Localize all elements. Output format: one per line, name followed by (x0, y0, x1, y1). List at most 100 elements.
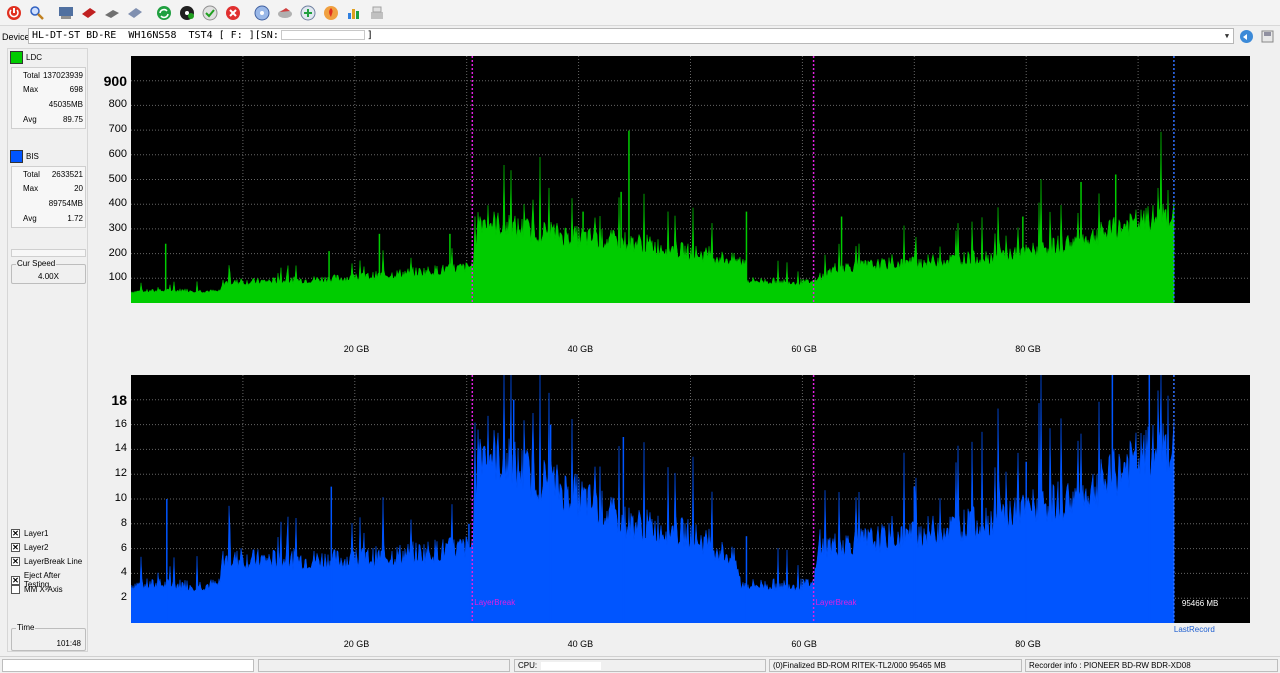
cur-speed-value: 4.00X (38, 272, 59, 281)
y-tick-label: 16 (114, 417, 127, 430)
device-select[interactable]: HL-DT-ST BD-RE WH16NS58 TST4 [ F: ][SN:]… (28, 28, 1234, 44)
ldc-label: LDC (26, 53, 43, 62)
time-label: Time (16, 623, 36, 632)
ldc-swatch (10, 51, 23, 64)
x-tick-label: 80 GB (1015, 344, 1041, 354)
ldc-max-pos: 45035MB (48, 100, 83, 109)
ldc-chart (131, 56, 1250, 303)
x-tick-label: 20 GB (343, 344, 370, 354)
refresh-icon[interactable] (153, 2, 175, 24)
option-mm-x-axis[interactable]: MM X-Axis (11, 585, 63, 594)
toolbar (0, 0, 1280, 26)
disc-erase-icon[interactable] (274, 2, 296, 24)
bis-chart: LayerBreak LayerBreak 95466 MB (131, 375, 1250, 623)
x-tick-label: 60 GB (791, 639, 817, 649)
bis-total-value: 2633521 (51, 170, 83, 179)
checkbox[interactable]: ✕ (11, 575, 20, 585)
status-progress (2, 659, 254, 672)
option-label: Layer2 (24, 543, 49, 552)
x-tick-label: 40 GB (567, 639, 594, 649)
checkbox[interactable]: ✕ (11, 557, 20, 566)
quality-icon[interactable] (297, 2, 319, 24)
burn-icon[interactable] (320, 2, 342, 24)
disc-scan-icon[interactable] (176, 2, 198, 24)
cur-speed-label: Cur Speed (16, 259, 57, 268)
ldc-chart-svg (131, 56, 1250, 303)
bis-total-row: Total 2633521 (12, 169, 87, 181)
y-tick-label: 14 (114, 442, 127, 455)
y-tick-label: 700 (108, 123, 127, 136)
y-tick-label: 6 (120, 541, 127, 554)
disc-write-icon[interactable] (124, 2, 146, 24)
erase-icon[interactable] (78, 2, 100, 24)
bis-avg-row: Avg 1.72 (12, 213, 87, 225)
y-tick-label: 18 (111, 391, 127, 408)
option-layerbreak-line[interactable]: ✕ LayerBreak Line (11, 557, 82, 566)
eject-icon[interactable] (1239, 29, 1254, 44)
settings-icon[interactable] (366, 2, 388, 24)
bis-avg-value: 1.72 (67, 214, 83, 223)
device-suffix: ] (366, 30, 373, 41)
bis-label: BIS (26, 152, 39, 161)
ldc-avg-label: Avg (23, 115, 37, 124)
ldc-max-row: Max 698 (12, 84, 87, 96)
bis-stats: Total 2633521 Max 20 89754MB Avg 1.72 (11, 166, 86, 228)
last-record-label: LastRecord (1173, 625, 1215, 634)
ldc-avg-value: 89.75 (62, 115, 83, 124)
save-icon[interactable] (1260, 29, 1275, 44)
time-box: Time 101:48 (11, 623, 86, 651)
ldc-stats: Total 137023939 Max 698 45035MB Avg 89.75 (11, 67, 86, 129)
y-tick-label: 500 (108, 172, 127, 185)
bis-avg-label: Avg (23, 214, 37, 223)
ldc-total-label: Total (23, 71, 40, 80)
progress-bar (11, 249, 86, 257)
option-label: LayerBreak Line (24, 557, 83, 566)
disc-blue-icon[interactable] (251, 2, 273, 24)
cur-speed-box: Cur Speed 4.00X (11, 259, 86, 284)
chevron-down-icon[interactable]: ▼ (1221, 29, 1233, 43)
write-check-icon[interactable] (199, 2, 221, 24)
serial-number-field (280, 30, 365, 40)
stop-icon[interactable] (222, 2, 244, 24)
stats-panel: LDC Total 137023939 Max 698 45035MB Avg 89.… (7, 48, 88, 652)
search-icon[interactable] (26, 2, 48, 24)
series-area (131, 131, 1175, 303)
option-layer1[interactable]: ✕ Layer1 (11, 529, 48, 538)
layer-break-label: LayerBreak (816, 598, 858, 607)
y-tick-label: 4 (120, 566, 127, 579)
bis-max-pos-row: 89754MB (12, 198, 87, 210)
status-recorder-info: Recorder info : PIONEER BD-RW BDR-XD08 (1025, 659, 1278, 672)
option-label: Layer1 (24, 529, 49, 538)
y-tick-label: 900 (103, 72, 127, 89)
ldc-total-value: 137023939 (42, 71, 83, 80)
bis-max-row: Max 20 (12, 183, 87, 195)
bis-swatch (10, 150, 23, 163)
y-tick-label: 100 (108, 271, 127, 284)
bis-legend: BIS (10, 150, 39, 163)
bis-max-pos: 89754MB (48, 199, 83, 208)
y-tick-label: 10 (114, 492, 127, 504)
checkbox[interactable] (11, 585, 20, 594)
bis-total-label: Total (23, 170, 40, 179)
y-tick-label: 2 (120, 591, 127, 604)
y-tick-label: 200 (108, 246, 127, 259)
status-cpu: CPU: (514, 659, 766, 672)
x-tick-label: 80 GB (1015, 639, 1041, 649)
bis-max-value: 20 (74, 184, 83, 193)
disc-copy-icon[interactable] (101, 2, 123, 24)
power-icon[interactable] (3, 2, 25, 24)
checkbox[interactable]: ✕ (11, 543, 20, 552)
option-layer2[interactable]: ✕ Layer2 (11, 543, 48, 552)
checkbox[interactable]: ✕ (11, 529, 20, 538)
y-tick-label: 600 (108, 147, 127, 160)
option-label: MM X-Axis (24, 585, 63, 594)
y-tick-label: 300 (108, 221, 127, 234)
ldc-max-value: 698 (69, 85, 83, 94)
chart-icon[interactable] (343, 2, 365, 24)
y-tick-label: 400 (108, 197, 127, 210)
status-disc-info: (0)Finalized BD-ROM RITEK-TL2/000 95465 … (769, 659, 1022, 672)
time-value: 101:48 (56, 639, 81, 648)
drive-info-icon[interactable] (55, 2, 77, 24)
bis-max-label: Max (23, 184, 39, 193)
x-tick-label: 60 GB (791, 344, 817, 354)
